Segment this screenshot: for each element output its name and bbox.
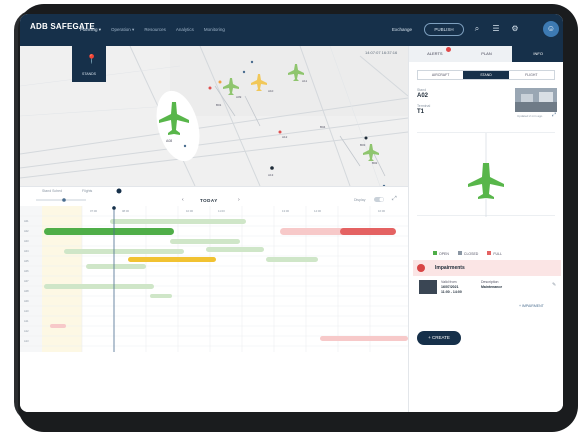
stand-label: A10 [268, 89, 274, 93]
svg-text:16:00: 16:00 [378, 209, 385, 213]
bottom-empty-area [20, 352, 408, 412]
legend-closed: CLOSED [457, 251, 478, 256]
svg-text:A06: A06 [24, 269, 29, 273]
map-timestamp: 14:07:07 16:37:16 [365, 50, 398, 55]
impairments-header: Impairments [413, 260, 561, 276]
svg-text:A13: A13 [24, 339, 29, 343]
display-label: Display [354, 198, 366, 202]
segment-flight[interactable]: FLIGHT [509, 71, 554, 79]
stand-field-value: A02 [417, 93, 429, 99]
stands-button-label: STANDS [82, 72, 96, 76]
stand-diagram [417, 132, 555, 217]
main-nav: Planning ▾ Operation ▾ Resources Analyti… [80, 27, 225, 33]
impairment-validity: Valid from 16/07/2021 11:00 - 14:00 [441, 280, 462, 294]
svg-text:A05: A05 [24, 259, 29, 263]
stand-status-legend: OPEN CLOSED FULL [433, 251, 502, 256]
svg-text:A03: A03 [24, 239, 29, 243]
svg-text:14:00: 14:00 [314, 209, 321, 213]
selected-stand-label: A08 [166, 139, 172, 143]
list-icon[interactable]: ☰ [491, 24, 501, 34]
impairment-thumbnail [419, 280, 437, 294]
impairments-title: Impairments [435, 265, 465, 271]
svg-text:A04: A04 [24, 249, 29, 253]
impairment-description: Description Maintenance [481, 280, 503, 289]
svg-text:11:00: 11:00 [218, 209, 225, 213]
panel-tabs: ALERTS PLAN INFO [409, 46, 563, 62]
tab-plan[interactable]: PLAN [461, 46, 513, 62]
user-avatar[interactable]: ☺ [543, 21, 559, 37]
svg-text:A02: A02 [24, 229, 29, 233]
nav-operation[interactable]: Operation ▾ [111, 27, 134, 33]
stand-label: A09 [236, 95, 242, 99]
nav-monitoring[interactable]: Monitoring [204, 27, 225, 33]
stand-label: B04 [320, 125, 326, 129]
search-icon[interactable]: ⌕ [472, 24, 482, 34]
zoom-slider[interactable] [36, 198, 86, 202]
stand-label: A12 [282, 135, 288, 139]
nav-resources[interactable]: Resources [144, 27, 166, 33]
svg-text:A12: A12 [24, 329, 29, 333]
stand-label: B03 [360, 143, 366, 147]
svg-text:A11: A11 [24, 319, 29, 323]
terminal-field-label: Terminal [417, 104, 431, 108]
photo-caption: Updated 2 min ago [517, 114, 543, 118]
nav-planning[interactable]: Planning ▾ [80, 27, 101, 33]
airport-map[interactable]: A08 A09 A10 A11 A12 A13 B01 B02 B03 B04 … [20, 46, 408, 186]
stand-label: A13 [268, 173, 274, 177]
svg-text:13:00: 13:00 [282, 209, 289, 213]
settings-gear-icon[interactable]: ⚙ [510, 24, 520, 34]
stand-photo[interactable] [515, 88, 557, 112]
app-screen: ADB SAFEGATE Planning ▾ Operation ▾ Reso… [20, 14, 563, 412]
segment-stand[interactable]: STAND [463, 71, 509, 79]
svg-text:10:00: 10:00 [186, 209, 193, 213]
stands-layer-button[interactable]: 📍 STANDS [72, 46, 106, 82]
exchange-link[interactable]: Exchange [392, 27, 412, 32]
display-toggle[interactable] [374, 197, 384, 202]
svg-text:A01: A01 [24, 219, 29, 223]
legend-full: FULL [487, 251, 502, 256]
svg-text:A08: A08 [24, 289, 29, 293]
segment-aircraft[interactable]: AIRCRAFT [418, 71, 463, 79]
svg-text:08:00: 08:00 [122, 209, 129, 213]
stand-label: B01 [216, 103, 222, 107]
svg-text:A07: A07 [24, 279, 29, 283]
nav-analytics[interactable]: Analytics [176, 27, 194, 33]
pin-icon: 📍 [86, 54, 98, 64]
info-segment-control: AIRCRAFT STAND FLIGHT [417, 70, 555, 80]
publish-button[interactable]: PUBLISH [424, 23, 464, 36]
svg-text:A09: A09 [24, 299, 29, 303]
tab-stand-schedule[interactable]: Stand Sched [42, 189, 62, 193]
next-day-arrow-icon[interactable]: › [238, 197, 240, 203]
stand-gantt-chart[interactable]: 07:00 08:00 10:00 11:00 13:00 14:00 16:00 A01… [20, 206, 408, 352]
terminal-field-value: T1 [417, 109, 425, 115]
stand-label: B02 [372, 161, 378, 165]
timeline-tabs: Stand Sched Flights [20, 186, 408, 194]
alert-badge [445, 47, 451, 52]
stand-field-label: Stand [417, 88, 427, 92]
stand-aircraft-icon [468, 133, 504, 217]
stop-icon [417, 264, 425, 272]
expand-photo-icon[interactable]: ⤢ [552, 112, 556, 118]
today-button[interactable]: TODAY [200, 198, 218, 203]
stand-label: A11 [302, 79, 307, 83]
svg-text:07:00: 07:00 [90, 209, 97, 213]
expand-icon[interactable]: ⤢ [392, 196, 397, 203]
prev-day-arrow-icon[interactable]: ‹ [182, 197, 184, 203]
gantt-canvas: 07:00 08:00 10:00 11:00 13:00 14:00 16:00 A01… [20, 206, 408, 352]
tab-info[interactable]: INFO [512, 46, 563, 62]
create-button[interactable]: + CREATE [417, 331, 461, 345]
tab-alerts[interactable]: ALERTS [409, 46, 461, 62]
details-panel: ALERTS PLAN INFO AIRCRAFT STAND FLIGHT S… [408, 46, 563, 412]
edit-icon[interactable]: ✎ [552, 282, 556, 288]
legend-open: OPEN [433, 251, 449, 256]
tab-flights[interactable]: Flights [82, 189, 92, 193]
timeline-header: ‹ TODAY › Display ⤢ [20, 194, 408, 206]
svg-text:A10: A10 [24, 309, 29, 313]
add-impairment-link[interactable]: + IMPAIRMENT [519, 304, 544, 308]
top-navigation-bar: ADB SAFEGATE Planning ▾ Operation ▾ Reso… [20, 14, 563, 46]
